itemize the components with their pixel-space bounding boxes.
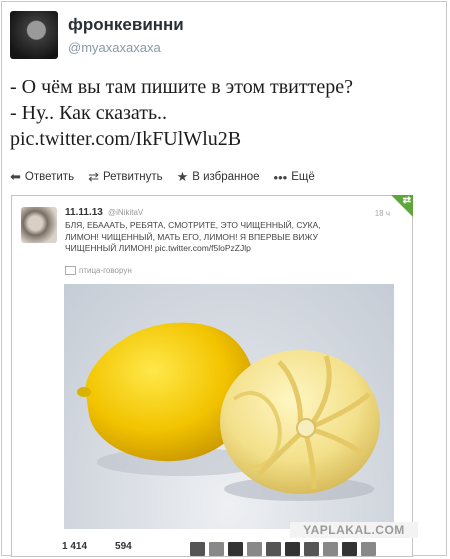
retweet-button[interactable]: ⇄ Ретвитнуть [88,169,163,185]
tweet-text: - О чём вы там пишите в этом твиттере? -… [10,74,440,152]
avatar[interactable] [266,542,281,556]
embedded-line: БЛЯ, ЕБАААТЬ, РЕБЯТА, СМОТРИТЕ, ЭТО ЧИЩЕ… [65,220,321,230]
favorite-count[interactable]: 594 [115,541,132,552]
avatar[interactable] [190,542,205,556]
tweet-card: фронкевинни @myaxaxaxaxa - О чём вы там … [1,1,447,557]
avatar[interactable] [209,542,224,556]
favorite-label: В избранное [192,171,260,183]
lemon-photo[interactable] [64,284,394,529]
avatar[interactable] [361,542,376,556]
retweet-label: Ретвитнуть [102,171,163,183]
more-button[interactable]: ••• Ещё [274,169,315,185]
more-label: Ещё [291,171,315,183]
retweet-count[interactable]: 1 414 [62,541,87,552]
avatar[interactable] [228,542,243,556]
favorite-button[interactable]: ★ В избранное [177,169,260,185]
embedded-handle[interactable]: @iNikitaV [108,208,143,217]
embedded-avatar[interactable] [21,207,57,243]
embedded-name[interactable]: 11.11.13 [65,207,103,218]
client-label: птица-говорун [79,266,132,275]
user-handle[interactable]: @myaxaxaxaxa [68,40,161,55]
retweet-corner-icon: ⇄ [391,195,413,217]
tweet-link[interactable]: pic.twitter.com/IkFUlWlu2B [10,126,440,152]
favoriters-avatars [190,542,376,556]
embedded-time: 18 ч [374,209,390,218]
avatar[interactable] [342,542,357,556]
embedded-tweet[interactable]: ⇄ 11.11.13 @iNikitaV 18 ч БЛЯ, ЕБАААТЬ, … [11,195,413,557]
embedded-line: ЧИЩЕННЫЙ ЛИМОН! pic.twitter.com/f5loPzZJ… [65,243,251,253]
avatar[interactable] [10,11,58,59]
tweet-line: - Ну.. Как сказать.. [10,102,168,124]
watermark: YAPLAKAL.COM [290,522,418,538]
embedded-text: БЛЯ, ЕБАААТЬ, РЕБЯТА, СМОТРИТЕ, ЭТО ЧИЩЕ… [65,220,395,255]
photo-icon [65,266,76,275]
display-name[interactable]: фронкевинни [68,15,184,35]
embedded-client: птица-говорун [65,266,132,275]
avatar[interactable] [247,542,262,556]
tweet-actions: ⬅ Ответить ⇄ Ретвитнуть ★ В избранное ••… [10,169,315,185]
avatar[interactable] [304,542,319,556]
reply-icon: ⬅ [10,169,21,184]
tweet-line: - О чём вы там пишите в этом твиттере? [10,76,353,98]
more-dots-icon: ••• [273,169,288,185]
reply-label: Ответить [24,171,75,183]
avatar[interactable] [285,542,300,556]
retweet-icon: ⇄ [88,169,99,184]
reply-button[interactable]: ⬅ Ответить [10,169,74,185]
star-icon: ★ [176,169,189,184]
avatar[interactable] [323,542,338,556]
embedded-stats: 1 414 594 [62,541,132,552]
lemons-illustration [77,322,380,501]
embedded-line: ЛИМОН! ЧИЩЕННЫЙ, МАТЬ ЕГО, ЛИМОН! Я ВПЕР… [65,231,318,242]
